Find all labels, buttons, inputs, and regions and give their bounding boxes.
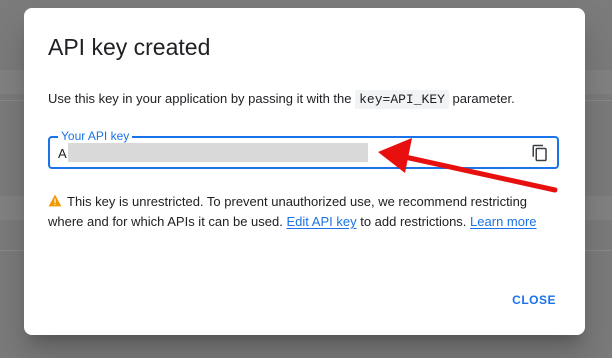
close-button[interactable]: CLOSE [512,293,556,307]
dialog-title: API key created [48,34,211,60]
intro-text: Use this key in your application by pass… [48,91,356,106]
warning-text-end: to add restrictions. [360,214,467,229]
copy-icon [532,144,547,162]
edit-api-key-link[interactable]: Edit API key [286,214,356,229]
intro-code: key=API_KEY [355,90,449,109]
intro-text-end: parameter. [448,91,515,106]
redacted-key [68,143,368,162]
api-key-field[interactable]: Your API key A [48,129,559,169]
copy-button[interactable] [531,144,549,162]
api-key-field-label: Your API key [58,129,133,143]
dialog-intro: Use this key in your application by pass… [48,90,515,109]
api-key-dialog: API key created Use this key in your app… [24,8,585,335]
warning-message: This key is unrestricted. To prevent una… [48,192,548,232]
warning-icon [48,194,62,207]
learn-more-link[interactable]: Learn more [470,214,536,229]
api-key-value[interactable]: A [58,146,67,161]
